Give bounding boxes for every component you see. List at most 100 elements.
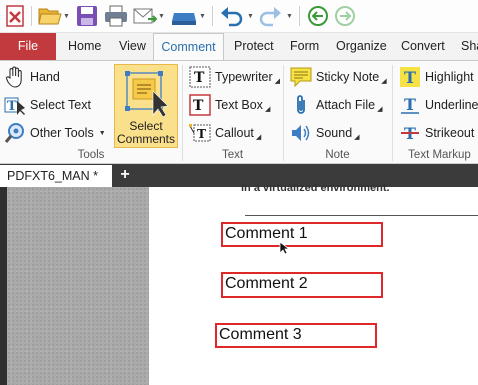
toolbar-separator xyxy=(212,6,213,26)
paperclip-icon xyxy=(290,94,312,116)
attach-file-label: Attach File xyxy=(316,98,376,112)
sound-button[interactable]: Sound ◢ xyxy=(290,121,360,145)
other-tools-label: Other Tools xyxy=(30,126,94,140)
document-tab-bar: PDFXT6_MAN * + xyxy=(0,164,478,187)
tab-convert[interactable]: Convert xyxy=(401,33,445,60)
sticky-note-label: Sticky Note xyxy=(316,70,380,84)
scan-dropdown-icon[interactable]: ▼ xyxy=(199,13,206,20)
tab-home[interactable]: Home xyxy=(68,33,101,60)
ribbon-tab-bar: File Home View Comment Protect Form Orga… xyxy=(0,33,478,61)
group-separator xyxy=(182,65,183,161)
tab-share[interactable]: Sha xyxy=(461,33,478,60)
tab-form[interactable]: Form xyxy=(290,33,319,60)
print-icon[interactable] xyxy=(104,4,128,28)
underline-button[interactable]: T Underline xyxy=(399,93,478,117)
attach-file-button[interactable]: Attach File ◢ xyxy=(290,93,382,117)
sound-dropdown-icon: ◢ xyxy=(354,134,360,141)
underline-label: Underline xyxy=(425,98,478,112)
strikeout-icon: T xyxy=(399,122,421,144)
new-tab-plus-icon[interactable]: + xyxy=(116,166,134,184)
text-box-label: Text Box xyxy=(215,98,263,112)
open-folder-icon[interactable] xyxy=(38,4,62,28)
hand-tool-label: Hand xyxy=(30,70,60,84)
strikeout-button[interactable]: T Strikeout xyxy=(399,121,474,145)
tab-file[interactable]: File xyxy=(0,33,56,60)
highlight-icon: T xyxy=(399,66,421,88)
toolbar-separator xyxy=(299,6,300,26)
callout-label: Callout xyxy=(215,126,254,140)
app-logo-icon xyxy=(4,4,28,28)
quick-access-toolbar: ▼ ▼ ▼ ▼ ▼ xyxy=(0,0,478,33)
comment-annotation-1[interactable]: Comment 1 xyxy=(221,222,383,247)
hand-icon xyxy=(4,66,26,88)
pdf-page[interactable]: in a virtualized environment. Comment 1 … xyxy=(149,182,478,385)
callout-button[interactable]: T Callout ◢ xyxy=(189,121,261,145)
undo-icon[interactable] xyxy=(220,4,244,28)
ribbon-panel: Hand T Select Text Other Tools ▼ Select … xyxy=(0,60,478,164)
comment-annotation-3[interactable]: Comment 3 xyxy=(215,323,377,348)
back-icon[interactable] xyxy=(307,4,329,28)
underline-icon: T xyxy=(399,94,421,116)
text-box-icon: T xyxy=(189,94,211,116)
text-markup-group-label: Text Markup xyxy=(408,149,471,161)
select-text-label: Select Text xyxy=(30,98,91,112)
select-comments-button[interactable]: Select Comments xyxy=(114,64,178,148)
callout-icon: T xyxy=(189,122,211,144)
svg-text:T: T xyxy=(404,68,416,87)
select-comments-label-line2: Comments xyxy=(116,132,175,146)
redo-icon[interactable] xyxy=(258,4,282,28)
redo-dropdown-icon[interactable]: ▼ xyxy=(286,13,293,20)
typewriter-label: Typewriter xyxy=(215,70,273,84)
magnifier-gear-icon xyxy=(4,122,26,144)
page-background-area xyxy=(7,187,149,385)
select-comments-icon xyxy=(123,69,173,120)
sticky-note-button[interactable]: Sticky Note ◢ xyxy=(290,65,387,89)
attach-file-dropdown-icon: ◢ xyxy=(377,106,383,113)
email-icon[interactable] xyxy=(133,4,157,28)
tab-comment[interactable]: Comment xyxy=(153,33,224,61)
left-edge xyxy=(0,187,7,385)
svg-text:T: T xyxy=(404,95,416,114)
select-comments-label: Select Comments xyxy=(115,120,177,146)
group-separator xyxy=(392,65,393,161)
sticky-note-dropdown-icon: ◢ xyxy=(381,78,387,85)
email-dropdown-icon[interactable]: ▼ xyxy=(158,13,165,20)
typewriter-button[interactable]: T Typewriter ◢ xyxy=(189,65,280,89)
svg-text:T: T xyxy=(7,99,17,114)
highlight-label: Highlight xyxy=(425,70,474,84)
document-tab[interactable]: PDFXT6_MAN * xyxy=(0,165,112,187)
document-viewport[interactable]: in a virtualized environment. Comment 1 … xyxy=(0,182,478,385)
page-rule-line xyxy=(245,215,478,216)
text-box-dropdown-icon: ◢ xyxy=(264,106,271,113)
tab-protect[interactable]: Protect xyxy=(234,33,274,60)
sound-label: Sound xyxy=(316,126,353,140)
scan-icon[interactable] xyxy=(171,4,197,28)
select-text-button[interactable]: T Select Text xyxy=(4,93,91,117)
callout-dropdown-icon: ◢ xyxy=(255,134,262,141)
other-tools-button[interactable]: Other Tools ▼ xyxy=(4,121,106,145)
typewriter-icon: T xyxy=(189,66,211,88)
svg-text:T: T xyxy=(197,127,206,141)
strikeout-label: Strikeout xyxy=(425,126,475,140)
open-dropdown-icon[interactable]: ▼ xyxy=(63,13,70,20)
toolbar-separator xyxy=(31,6,32,26)
tab-view[interactable]: View xyxy=(119,33,146,60)
tab-organize[interactable]: Organize xyxy=(336,33,387,60)
highlight-button[interactable]: T Highlight xyxy=(399,65,474,89)
mouse-pointer-icon xyxy=(279,241,291,258)
undo-dropdown-icon[interactable]: ▼ xyxy=(247,13,254,20)
svg-text:T: T xyxy=(193,98,204,114)
svg-text:T: T xyxy=(194,70,205,86)
select-text-icon: T xyxy=(4,94,26,116)
page-text-line: in a virtualized environment. xyxy=(241,182,390,194)
text-box-button[interactable]: T Text Box ◢ xyxy=(189,93,270,117)
text-group-label: Text xyxy=(221,149,244,161)
other-tools-dropdown-icon: ▼ xyxy=(98,129,106,137)
sticky-note-icon xyxy=(290,66,312,88)
comment-annotation-2[interactable]: Comment 2 xyxy=(221,272,383,298)
note-group-label: Note xyxy=(325,149,350,161)
forward-icon[interactable] xyxy=(334,4,356,28)
save-icon[interactable] xyxy=(76,4,98,28)
typewriter-dropdown-icon: ◢ xyxy=(274,78,281,85)
hand-tool-button[interactable]: Hand xyxy=(4,65,60,89)
